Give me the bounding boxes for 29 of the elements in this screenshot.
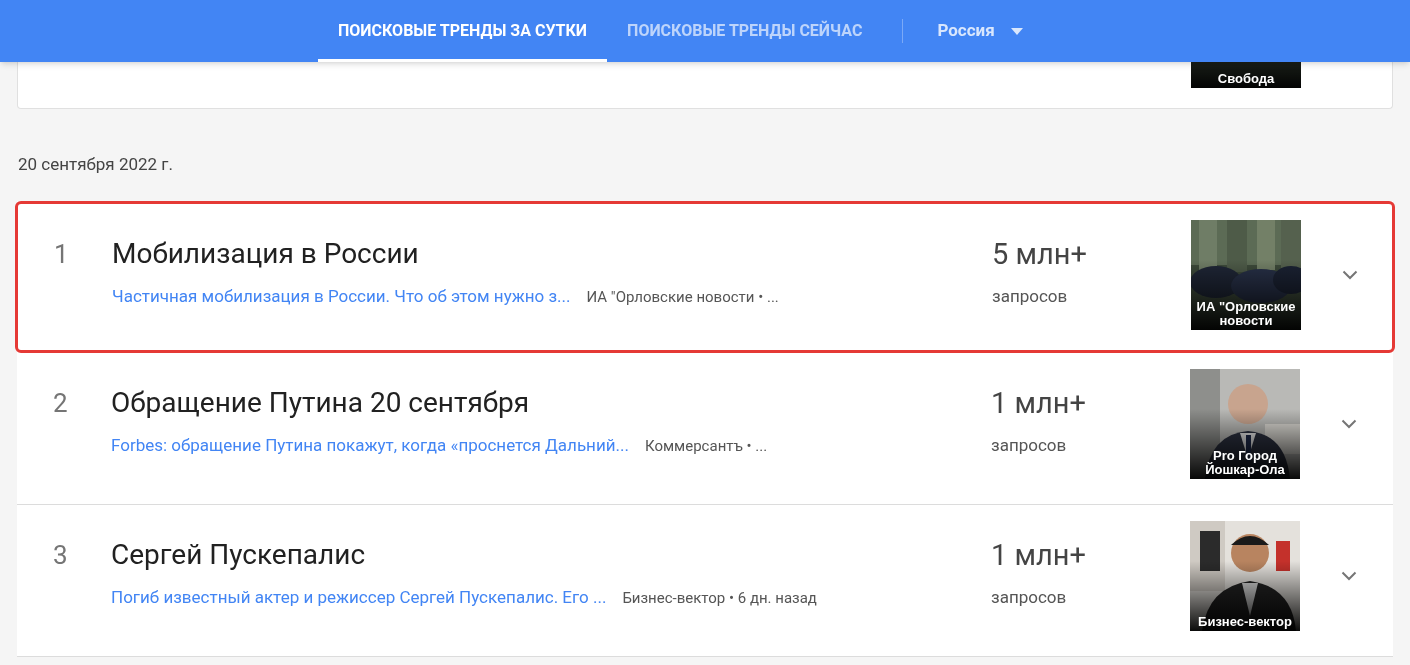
date-heading: 20 сентября 2022 г. — [18, 153, 174, 176]
count-label: запросов — [991, 433, 1068, 457]
trend-title[interactable]: Сергей Пускепалис — [111, 536, 366, 573]
region-dropdown[interactable]: Россия — [937, 0, 1023, 62]
article-source: Коммерсантъ • ... — [645, 435, 768, 457]
image-caption: Свобода — [1216, 72, 1276, 86]
dropdown-arrow-icon — [1010, 27, 1023, 35]
trend-title[interactable]: Мобилизация в России — [112, 235, 419, 272]
search-count: 5 млн+ — [992, 235, 1088, 272]
article-source: ИА "Орловские новости • ... — [586, 286, 779, 308]
rank-number: 2 — [53, 387, 68, 418]
image-caption: Бизнес-вектор — [1197, 614, 1293, 629]
rank-number: 3 — [53, 539, 68, 570]
article-link[interactable]: Погиб известный актер и режиссер Сергей Пускепалис. Его ... — [111, 584, 607, 610]
image-caption: ИА "Орловские новости — [1195, 299, 1297, 328]
search-count: 1 млн+ — [991, 384, 1087, 421]
article-source: Бизнес-вектор • 6 дн. назад — [622, 587, 817, 609]
count-label: запросов — [992, 284, 1069, 308]
count-label: запросов — [991, 585, 1068, 609]
tab[interactable]: ПОИСКОВЫЕ ТРЕНДЫ СЕЙЧАС — [607, 0, 883, 62]
rank-number: 1 — [54, 238, 69, 269]
chevron-down-icon — [1342, 269, 1358, 280]
search-count: 1 млн+ — [991, 536, 1087, 573]
article-link[interactable]: Forbes: обращение Путина покажут, когда «проснется Дальний... — [111, 432, 629, 458]
image-caption: Pro Город Йошкар-Ола — [1204, 448, 1286, 477]
chevron-down-icon — [1341, 418, 1357, 429]
trend-title[interactable]: Обращение Путина 20 сентября — [111, 384, 530, 421]
article-link[interactable]: Частичная мобилизация в России. Что об этом нужно з... — [112, 283, 571, 309]
chevron-down-icon — [1341, 570, 1357, 581]
